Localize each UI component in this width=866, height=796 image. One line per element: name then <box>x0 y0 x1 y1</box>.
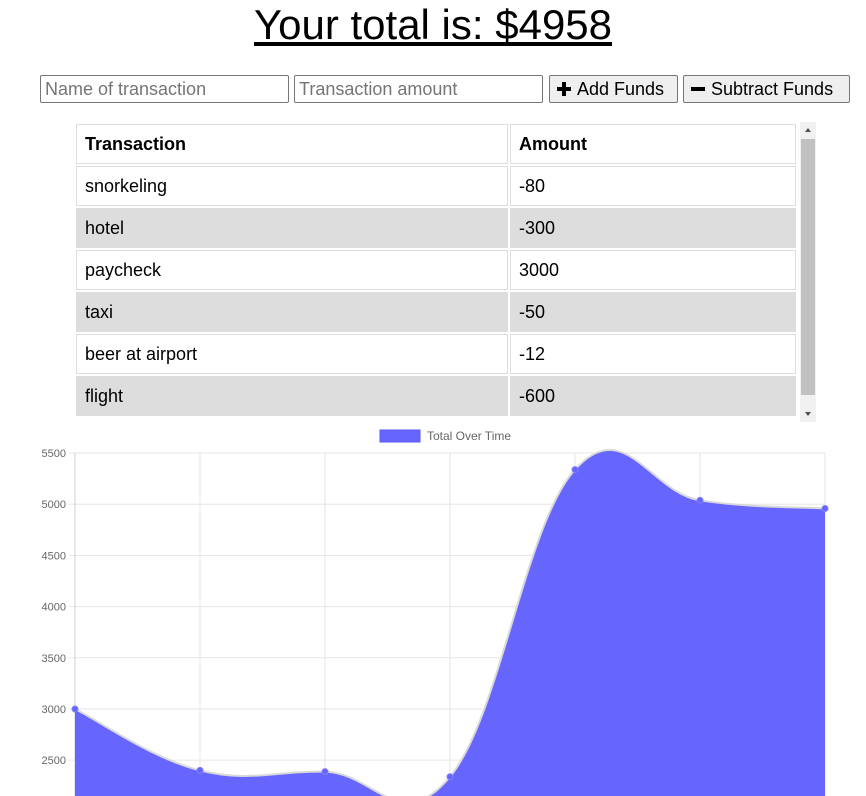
transactions-table: Transaction Amount snorkeling -80 hotel … <box>74 122 798 418</box>
transactions-table-container[interactable]: Transaction Amount snorkeling -80 hotel … <box>74 122 816 422</box>
transaction-name-input[interactable] <box>40 75 289 103</box>
transaction-amount-cell: -12 <box>510 334 796 374</box>
transaction-amount-cell: -50 <box>510 292 796 332</box>
subtract-funds-label: Subtract Funds <box>711 78 834 99</box>
table-row: beer at airport -12 <box>76 334 796 374</box>
transaction-name-cell: hotel <box>76 208 508 248</box>
add-funds-button[interactable]: Add Funds <box>549 75 678 103</box>
y-tick-label: 3500 <box>42 653 66 665</box>
y-tick-label: 2500 <box>42 755 66 767</box>
column-header-amount: Amount <box>510 124 796 164</box>
add-funds-label: Add Funds <box>577 78 665 99</box>
data-point <box>196 766 204 774</box>
table-row: flight -600 <box>76 376 796 416</box>
data-point <box>71 705 79 713</box>
table-row: taxi -50 <box>76 292 796 332</box>
table-scrollbar[interactable] <box>800 122 816 422</box>
legend-swatch <box>379 429 421 443</box>
transaction-amount-cell: -600 <box>510 376 796 416</box>
transaction-name-cell: snorkeling <box>76 166 508 206</box>
y-tick-label: 5000 <box>42 499 66 511</box>
column-header-transaction: Transaction <box>76 124 508 164</box>
transaction-amount-cell: -80 <box>510 166 796 206</box>
transaction-name-cell: beer at airport <box>76 334 508 374</box>
page-title: Your total is: $4958 <box>253 1 613 48</box>
transaction-name-cell: paycheck <box>76 250 508 290</box>
table-row: paycheck 3000 <box>76 250 796 290</box>
data-point <box>696 496 704 504</box>
minus-icon <box>691 87 705 91</box>
y-tick-label: 3000 <box>42 704 66 716</box>
data-point <box>446 773 454 781</box>
scrollbar-thumb[interactable] <box>801 139 815 395</box>
subtract-funds-button[interactable]: Subtract Funds <box>683 75 850 103</box>
transaction-name-cell: taxi <box>76 292 508 332</box>
table-row: hotel -300 <box>76 208 796 248</box>
y-tick-label: 4000 <box>42 602 66 614</box>
scroll-down-arrow-icon[interactable] <box>800 406 816 422</box>
scroll-up-arrow-icon[interactable] <box>800 122 816 138</box>
legend-label: Total Over Time <box>427 429 511 443</box>
table-row: snorkeling -80 <box>76 166 796 206</box>
transaction-amount-cell: -300 <box>510 208 796 248</box>
transaction-amount-cell: 3000 <box>510 250 796 290</box>
y-tick-label: 5500 <box>42 448 66 460</box>
data-point <box>821 504 829 512</box>
table-header-row: Transaction Amount <box>76 124 796 164</box>
data-point <box>321 768 329 776</box>
plus-icon <box>557 82 571 96</box>
y-tick-label: 4500 <box>42 550 66 562</box>
transaction-name-cell: flight <box>76 376 508 416</box>
data-point <box>571 466 579 474</box>
total-over-time-chart: 2500 3000 3500 4000 4500 5000 5500 Total Over T… <box>42 429 829 796</box>
transaction-amount-input[interactable] <box>294 75 543 103</box>
